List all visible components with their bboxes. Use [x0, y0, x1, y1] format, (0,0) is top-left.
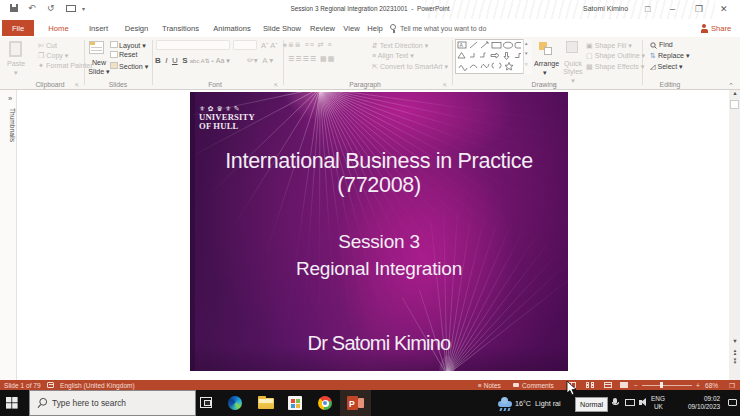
svg-text:A: A — [460, 42, 464, 48]
